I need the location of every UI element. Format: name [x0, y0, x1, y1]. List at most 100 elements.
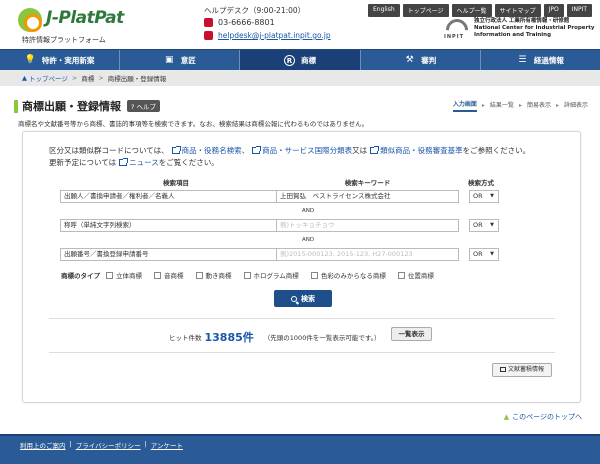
search-item-select-3[interactable]: 出願番号／書換登録申請番号▼	[60, 248, 292, 261]
footer-separator: |	[69, 440, 72, 448]
link-international-classification[interactable]: 商品・サービス国際分類表	[262, 146, 352, 155]
keyword-placeholder-2: 例)トッキョチョウ	[280, 221, 335, 229]
home-icon: ▲	[22, 74, 27, 82]
logo-subtitle: 特許情報プラットフォーム	[22, 36, 106, 44]
method-value-3: OR	[473, 250, 483, 258]
helpdesk-mail-link[interactable]: helpdesk@j-platpat.inpit.go.jp	[218, 31, 331, 40]
phone-icon	[204, 18, 213, 27]
nav-design[interactable]: ▣ 意匠	[120, 50, 241, 70]
col-header-method: 検索方式	[468, 179, 494, 187]
logo-mark-icon	[18, 8, 42, 32]
logo-name: J-PlatPat	[46, 8, 124, 28]
info1-suffix: をご参照ください。	[462, 146, 531, 155]
nav-trial[interactable]: ⚒ 審判	[361, 50, 481, 70]
step-arrow-icon: ▸	[555, 102, 559, 109]
col-header-keyword: 検索キーワード	[344, 179, 391, 187]
type-label-color: 色彩のみからなる商標	[320, 272, 386, 280]
nav-patent[interactable]: 💡 特許・実用新案	[0, 50, 121, 70]
gavel-icon: ⚒	[405, 54, 414, 65]
method-select-3[interactable]: OR ▼	[469, 248, 499, 261]
col-header-item: 検索項目	[163, 179, 189, 187]
checkbox-icon[interactable]	[310, 271, 318, 279]
top-link-top-page[interactable]: トップページ	[402, 4, 449, 17]
external-link-icon	[499, 367, 506, 372]
page-title: 商標出願・登録情報 ? ヘルプ	[14, 98, 161, 114]
inpit-line-1: 独立行政法人 工業所有権情報・研修館	[474, 18, 570, 24]
mail-icon	[204, 31, 213, 40]
arrow-up-icon: ▲	[503, 413, 510, 421]
breadcrumb-home[interactable]: トップページ	[29, 73, 68, 83]
footer-link-guide[interactable]: 利用上のご案内	[20, 440, 66, 450]
back-to-top-label: このページのトップへ	[512, 413, 582, 421]
inpit-logo[interactable]: INPIT 独立行政法人 工業所有権情報・研修館 National Center…	[441, 14, 594, 46]
keyword-input-2[interactable]: 例)トッキョチョウ	[276, 219, 459, 232]
trademark-types: 商標のタイプ 立体商標 音商標 動き商標 ホログラム商標 色彩のみからなる商標 …	[61, 270, 446, 280]
list-display-button[interactable]: 一覧表示	[391, 327, 432, 341]
link-news[interactable]: ニュース	[129, 158, 159, 167]
design-icon: ▣	[165, 54, 174, 65]
type-checkbox-sound[interactable]: 音商標	[154, 270, 184, 280]
search-panel: 区分又は類似群コードについては、 商品・役務名検索、 商品・サービス国際分類表又は 類…	[22, 131, 581, 403]
breadcrumb: ▲ トップページ > 商標 > 商標出願・登録情報	[0, 70, 600, 86]
breadcrumb-separator: >	[71, 74, 78, 82]
checkbox-icon[interactable]	[243, 271, 251, 279]
document-accumulation-button[interactable]: 文献蓄積情報	[492, 363, 552, 377]
search-item-select-2[interactable]: 称呼（単純文字列検索）▼	[60, 219, 292, 232]
search-button[interactable]: 検索	[274, 290, 332, 307]
top-links: English トップページ ヘルプ一覧 サイトマップ JPO INPIT	[367, 4, 592, 17]
top-link-english[interactable]: English	[367, 4, 400, 17]
link-goods-services-search[interactable]: 商品・役務名検索	[182, 146, 242, 155]
back-to-top-link[interactable]: ▲ このページのトップへ	[504, 412, 582, 422]
hit-count-label: ヒット件数	[169, 334, 202, 342]
type-checkbox-hologram[interactable]: ホログラム商標	[243, 270, 299, 280]
footer-links: 利用上のご案内 | プライバシーポリシー | アンケート	[20, 440, 183, 450]
info2-prefix: 更新予定については	[49, 158, 117, 167]
top-link-sitemap[interactable]: サイトマップ	[494, 4, 541, 17]
top-link-help[interactable]: ヘルプ一覧	[451, 4, 492, 17]
search-item-value-3: 出願番号／書換登録申請番号	[64, 250, 149, 258]
keyword-value-1: 上田賀弘 ベストライセンス株式会社	[280, 192, 391, 200]
keyword-input-1[interactable]: 上田賀弘 ベストライセンス株式会社	[276, 190, 459, 203]
inpit-line-3: Information and Training	[474, 32, 551, 38]
method-value-2: OR	[473, 221, 483, 229]
and-label-1: AND	[302, 208, 315, 214]
type-checkbox-color[interactable]: 色彩のみからなる商標	[310, 270, 386, 280]
helpdesk-mail-row[interactable]: helpdesk@j-platpat.inpit.go.jp	[204, 31, 331, 40]
top-link-jpo[interactable]: JPO	[543, 4, 564, 17]
method-select-2[interactable]: OR ▼	[469, 219, 499, 232]
nav-progress[interactable]: ☰ 経過情報	[481, 50, 600, 70]
hit-count: ヒット件数 13885件 （先頭の1000件を一覧表示可能です。）	[169, 329, 380, 345]
inpit-line-2: National Center for Industrial Property	[474, 25, 595, 31]
breadcrumb-separator: >	[98, 74, 104, 82]
inpit-text: 独立行政法人 工業所有権情報・研修館 National Center for I…	[474, 18, 594, 39]
external-link-icon	[252, 146, 262, 154]
nav-trademark[interactable]: R 商標	[240, 50, 361, 70]
page-title-text: 商標出願・登録情報	[22, 100, 121, 113]
keyword-input-3[interactable]: 例)2015-000123, 2015-123, H27-000123	[276, 248, 459, 261]
info-line-classification: 区分又は類似群コードについては、 商品・役務名検索、 商品・サービス国際分類表又は 類…	[49, 145, 530, 156]
type-checkbox-3d[interactable]: 立体商標	[106, 270, 142, 280]
checkbox-icon[interactable]	[106, 271, 113, 279]
checkbox-icon[interactable]	[195, 271, 203, 279]
method-value-1: OR	[473, 192, 483, 200]
chevron-down-icon: ▼	[490, 193, 494, 199]
type-checkbox-motion[interactable]: 動き商標	[195, 270, 232, 280]
method-select-1[interactable]: OR ▼	[469, 190, 499, 203]
top-link-inpit[interactable]: INPIT	[566, 4, 592, 17]
checkbox-icon[interactable]	[397, 271, 405, 279]
external-link-icon	[171, 146, 181, 154]
page-description: 商標名や文献番号等から商標、書誌的事項等を検索できます。なお、検索結果は商標公報…	[18, 120, 369, 128]
link-examination-standards[interactable]: 類似商品・役務審査基準	[380, 146, 463, 155]
help-button[interactable]: ? ヘルプ	[127, 100, 161, 112]
search-item-select-1[interactable]: 出願人／書換申請者／権利者／名義人▼	[60, 190, 292, 203]
search-button-label: 検索	[301, 294, 315, 303]
footer-link-survey[interactable]: アンケート	[151, 440, 183, 450]
type-checkbox-position[interactable]: 位置商標	[397, 270, 434, 280]
types-label: 商標のタイプ	[61, 272, 100, 280]
external-link-icon	[370, 146, 380, 154]
registered-icon: R	[284, 54, 295, 66]
checkbox-icon[interactable]	[154, 271, 161, 279]
step-input: 入力画面	[452, 99, 477, 112]
document-accumulation-label: 文献蓄積情報	[507, 366, 544, 373]
footer-link-privacy[interactable]: プライバシーポリシー	[76, 440, 141, 450]
